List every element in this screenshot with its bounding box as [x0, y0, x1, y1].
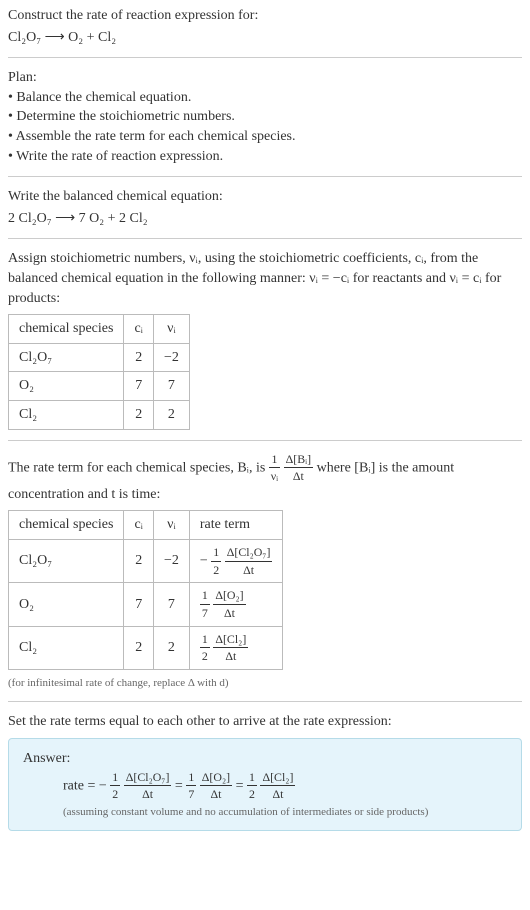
document: Construct the rate of reaction expressio… [8, 6, 522, 831]
prompt-text: Construct the rate of reaction expressio… [8, 6, 522, 26]
equals: = [236, 778, 247, 793]
cell-rate-term: 12 Δ[Cl₂]Δt [189, 626, 283, 669]
infinitesimal-note: (for infinitesimal rate of change, repla… [8, 676, 522, 691]
col-vi: νᵢ [153, 511, 189, 540]
sign: − [99, 778, 107, 793]
cell-vi: 2 [153, 400, 189, 429]
cell-ci: 7 [124, 583, 154, 626]
rate-expression: rate = − 12 Δ[Cl₂O₇]Δt = 17 Δ[O₂]Δt = 12… [23, 769, 507, 803]
coef-frac: 17 [200, 587, 210, 621]
equals: = [175, 778, 186, 793]
cell-rate-term: 17 Δ[O₂]Δt [189, 583, 283, 626]
coef-frac: 12 [211, 544, 221, 578]
divider [8, 701, 522, 702]
unbalanced-equation: Cl₂O₇ ⟶ O₂ + Cl₂ [8, 28, 522, 48]
cell-vi: 2 [153, 626, 189, 669]
cell-rate-term: − 12 Δ[Cl₂O₇]Δt [189, 540, 283, 583]
table-row: O₂ 7 7 17 Δ[O₂]Δt [9, 583, 283, 626]
balanced-heading: Write the balanced chemical equation: [8, 187, 522, 207]
plan-item: • Determine the stoichiometric numbers. [8, 107, 522, 127]
coef-frac: 12 [247, 769, 257, 803]
deriv-frac: Δ[O₂]Δt [200, 769, 232, 803]
cell-vi: 7 [153, 372, 189, 401]
cell-species: O₂ [9, 583, 124, 626]
rate-term-intro: The rate term for each chemical species,… [8, 451, 522, 505]
sign: − [200, 553, 208, 568]
cell-species: Cl₂ [9, 400, 124, 429]
cell-species: O₂ [9, 372, 124, 401]
cell-species: Cl₂O₇ [9, 540, 124, 583]
divider [8, 238, 522, 239]
coef-frac: 17 [186, 769, 196, 803]
cell-ci: 7 [124, 372, 154, 401]
balanced-equation: 2 Cl₂O₇ ⟶ 7 O₂ + 2 Cl₂ [8, 209, 522, 229]
deriv-frac: Δ[O₂]Δt [213, 587, 245, 621]
text: The rate term for each chemical species,… [8, 460, 269, 475]
frac-dBi-dt: Δ[Bᵢ]Δt [284, 451, 313, 485]
cell-ci: 2 [124, 343, 154, 372]
coef-frac: 12 [110, 769, 120, 803]
set-equal-text: Set the rate terms equal to each other t… [8, 712, 522, 732]
col-species: chemical species [9, 511, 124, 540]
divider [8, 57, 522, 58]
cell-ci: 2 [124, 400, 154, 429]
table-row: O₂ 7 7 [9, 372, 190, 401]
cell-ci: 2 [124, 540, 154, 583]
cell-vi: −2 [153, 540, 189, 583]
deriv-frac: Δ[Cl₂]Δt [260, 769, 295, 803]
table-row: Cl₂ 2 2 12 Δ[Cl₂]Δt [9, 626, 283, 669]
cell-vi: 7 [153, 583, 189, 626]
deriv-frac: Δ[Cl₂O₇]Δt [225, 544, 273, 578]
cell-ci: 2 [124, 626, 154, 669]
rate-label: rate = [63, 778, 99, 793]
divider [8, 176, 522, 177]
plan-item: • Assemble the rate term for each chemic… [8, 127, 522, 147]
coef-frac: 12 [200, 631, 210, 665]
deriv-frac: Δ[Cl₂O₇]Δt [124, 769, 172, 803]
answer-label: Answer: [23, 749, 507, 769]
col-ci: cᵢ [124, 511, 154, 540]
table-row: Cl₂O₇ 2 −2 [9, 343, 190, 372]
stoich-intro: Assign stoichiometric numbers, νᵢ, using… [8, 249, 522, 308]
col-ci: cᵢ [124, 315, 154, 344]
cell-species: Cl₂ [9, 626, 124, 669]
col-species: chemical species [9, 315, 124, 344]
rate-term-table: chemical species cᵢ νᵢ rate term Cl₂O₇ 2… [8, 510, 283, 670]
col-rate-term: rate term [189, 511, 283, 540]
table-row: Cl₂O₇ 2 −2 − 12 Δ[Cl₂O₇]Δt [9, 540, 283, 583]
divider [8, 440, 522, 441]
frac-one-over-nu: 1νᵢ [269, 451, 280, 485]
table-row: chemical species cᵢ νᵢ rate term [9, 511, 283, 540]
stoich-table: chemical species cᵢ νᵢ Cl₂O₇ 2 −2 O₂ 7 7… [8, 314, 190, 429]
plan-heading: Plan: [8, 68, 522, 88]
cell-species: Cl₂O₇ [9, 343, 124, 372]
answer-box: Answer: rate = − 12 Δ[Cl₂O₇]Δt = 17 Δ[O₂… [8, 738, 522, 831]
deriv-frac: Δ[Cl₂]Δt [213, 631, 248, 665]
table-row: chemical species cᵢ νᵢ [9, 315, 190, 344]
answer-note: (assuming constant volume and no accumul… [23, 805, 507, 820]
cell-vi: −2 [153, 343, 189, 372]
plan-item: • Balance the chemical equation. [8, 88, 522, 108]
col-vi: νᵢ [153, 315, 189, 344]
plan-item: • Write the rate of reaction expression. [8, 147, 522, 167]
table-row: Cl₂ 2 2 [9, 400, 190, 429]
